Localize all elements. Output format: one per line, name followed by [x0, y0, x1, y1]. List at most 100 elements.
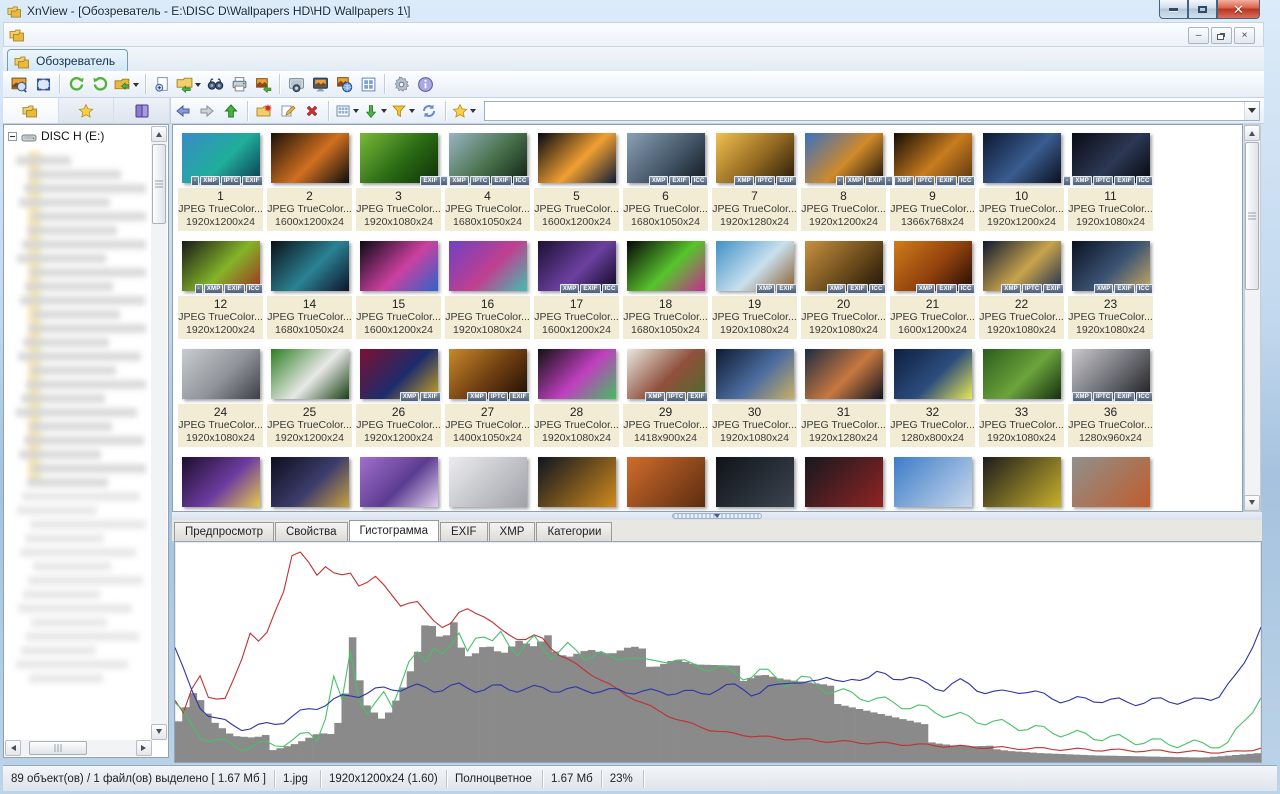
thumbnail-image[interactable]: XMPIPTCEXIF: [627, 349, 705, 399]
thumbnail-image[interactable]: XMPEXIFICC: [1072, 241, 1150, 291]
scroll-right-button[interactable]: [136, 740, 152, 756]
scrollbar-thumb[interactable]: [152, 144, 166, 224]
thumbnail-image[interactable]: XMPIPTCEXIFICC: [1072, 349, 1150, 399]
webpage-button[interactable]: [332, 72, 356, 96]
viewer-button[interactable]: [7, 72, 31, 96]
thumbnail-cell[interactable]: XMPEXIFICC21JPEG TrueColor...1600x1200x2…: [890, 241, 975, 339]
panel-splitter[interactable]: [172, 512, 1262, 520]
thumbnail-image[interactable]: XMPEXIFICC: [538, 241, 616, 291]
thumbnail-image[interactable]: -XMPIPTCEXIFICC: [894, 133, 972, 183]
scrollbar-thumb[interactable]: [1245, 142, 1259, 290]
title-bar[interactable]: XnView - [Обозреватель - E:\DISC D\Wallp…: [0, 0, 1280, 22]
minimize-button[interactable]: [1159, 0, 1188, 19]
compare-button[interactable]: [308, 72, 332, 96]
thumbnail-image[interactable]: [716, 457, 794, 507]
thumbnail-cell[interactable]: [445, 457, 530, 512]
thumbnail-image[interactable]: [271, 349, 349, 399]
thumbnail-cell[interactable]: 25JPEG TrueColor...1920x1200x24: [267, 349, 352, 447]
thumbnail-cell[interactable]: -XMPEXIF8JPEG TrueColor...1920x1200x24: [801, 133, 886, 231]
forward-button[interactable]: [195, 99, 219, 123]
copy-button[interactable]: [150, 72, 174, 96]
dropdown-arrow-icon[interactable]: [195, 83, 201, 90]
scroll-up-button[interactable]: [1244, 125, 1260, 141]
info-tab-4[interactable]: EXIF: [440, 522, 488, 541]
info-tab-1[interactable]: Предпросмотр: [174, 522, 274, 541]
thumbnail-cell[interactable]: -XMPIPTCEXIF1JPEG TrueColor...1920x1200x…: [178, 133, 263, 231]
thumbnail-image[interactable]: [538, 133, 616, 183]
thumbnail-cell[interactable]: XMPEXIFICC6JPEG TrueColor...1680x1050x24: [623, 133, 708, 231]
contact-sheet-button[interactable]: [356, 72, 380, 96]
thumbnail-image[interactable]: -XMPIPTCEXIF: [182, 133, 260, 183]
thumbnail-image[interactable]: XMPEXIFICC: [894, 241, 972, 291]
dropdown-arrow-icon[interactable]: [409, 109, 415, 116]
thumbnail-image[interactable]: [449, 241, 527, 291]
thumbnail-image[interactable]: [360, 241, 438, 291]
thumbnail-image[interactable]: [805, 349, 883, 399]
favorites-button[interactable]: [450, 99, 478, 123]
delete-button[interactable]: [300, 99, 324, 123]
thumbnail-image[interactable]: [182, 349, 260, 399]
thumbnail-image[interactable]: [271, 457, 349, 507]
thumbnail-image[interactable]: [894, 349, 972, 399]
thumbnail-cell[interactable]: [1068, 457, 1153, 512]
fullscreen-button[interactable]: [31, 72, 55, 96]
thumbnail-cell[interactable]: -XMPIPTCEXIFICC4JPEG TrueColor...1680x10…: [445, 133, 530, 231]
info-tab-5[interactable]: XMP: [489, 522, 536, 541]
thumbnail-image[interactable]: [1072, 457, 1150, 507]
thumbnail-image[interactable]: XMPIPTCEXIF: [449, 349, 527, 399]
thumbnail-cell[interactable]: 14JPEG TrueColor...1680x1050x24: [267, 241, 352, 339]
sort-button[interactable]: [361, 99, 389, 123]
scroll-up-button[interactable]: [151, 126, 167, 142]
thumbnail-image[interactable]: -XMPIPTCEXIFICC: [1072, 133, 1150, 183]
thumbnail-image[interactable]: XMPIPTCEXIF: [716, 133, 794, 183]
convert-button[interactable]: [112, 72, 141, 96]
dropdown-arrow-icon[interactable]: [353, 109, 359, 116]
thumbnail-cell[interactable]: XMPIPTCEXIF27JPEG TrueColor...1400x1050x…: [445, 349, 530, 447]
thumbnail-image[interactable]: [627, 457, 705, 507]
back-button[interactable]: [171, 99, 195, 123]
thumbnail-cell[interactable]: [712, 457, 797, 512]
thumbnail-cell[interactable]: XMPIPTCEXIF29JPEG TrueColor...1418x900x2…: [623, 349, 708, 447]
thumbnail-cell[interactable]: EXIF3JPEG TrueColor...1920x1080x24: [356, 133, 441, 231]
search-button[interactable]: [203, 72, 227, 96]
tree-root-item[interactable]: DISC H (E:): [8, 129, 104, 143]
thumbnail-image[interactable]: [360, 457, 438, 507]
scrollbar-thumb[interactable]: [29, 741, 87, 755]
scroll-left-button[interactable]: [5, 740, 21, 756]
thumbnail-cell[interactable]: 2JPEG TrueColor...1600x1200x24: [267, 133, 352, 231]
thumbnail-cell[interactable]: [534, 457, 619, 512]
thumbnail-cell[interactable]: 28JPEG TrueColor...1920x1080x24: [534, 349, 619, 447]
thumbnail-cell[interactable]: [890, 457, 975, 512]
thumbnail-cell[interactable]: XMPEXIFICC23JPEG TrueColor...1920x1080x2…: [1068, 241, 1153, 339]
thumbnail-cell[interactable]: XMPIPTCEXIF22JPEG TrueColor...1920x1080x…: [979, 241, 1064, 339]
scroll-down-button[interactable]: [1244, 495, 1260, 511]
panel-tab-favorites-star[interactable]: [59, 98, 115, 123]
thumbnail-cell[interactable]: XMPEXIF26JPEG TrueColor...1920x1200x24: [356, 349, 441, 447]
thumbnail-cell[interactable]: XMPEXIFICC20JPEG TrueColor...1920x1080x2…: [801, 241, 886, 339]
thumbnail-image[interactable]: [538, 457, 616, 507]
thumbnail-cell[interactable]: [979, 457, 1064, 512]
thumbnail-image[interactable]: XMPEXIFICC: [627, 133, 705, 183]
address-input[interactable]: [485, 103, 1244, 119]
thumbnail-cell[interactable]: 39JPEG TrueColor...1280x1024x24: [356, 457, 441, 512]
new-folder-button[interactable]: [252, 99, 276, 123]
thumbnail-cell[interactable]: -XMPIPTCEXIFICC9JPEG TrueColor...1366x76…: [890, 133, 975, 231]
thumbnail-cell[interactable]: XMPEXIF19JPEG TrueColor...1920x1080x24: [712, 241, 797, 339]
tree-vertical-scrollbar[interactable]: [151, 126, 167, 740]
thumbnail-cell[interactable]: 16JPEG TrueColor...1920x1080x24: [445, 241, 530, 339]
rotate-ccw-button[interactable]: [64, 72, 88, 96]
thumbnail-image[interactable]: [182, 457, 260, 507]
view-mode-button[interactable]: [333, 99, 361, 123]
thumbnail-image[interactable]: EXIF: [360, 133, 438, 183]
up-button[interactable]: [219, 99, 243, 123]
thumbnail-cell[interactable]: -XMPIPTCEXIFICC11JPEG TrueColor...1920x1…: [1068, 133, 1153, 231]
thumbnail-image[interactable]: [894, 457, 972, 507]
thumbnail-image[interactable]: [805, 457, 883, 507]
tree-items-blurred[interactable]: [6, 151, 146, 711]
thumbnail-image[interactable]: [716, 349, 794, 399]
thumbnail-cell[interactable]: XMPIPTCEXIFICC36JPEG TrueColor...1280x96…: [1068, 349, 1153, 447]
thumbnail-cell[interactable]: 33JPEG TrueColor...1920x1080x24: [979, 349, 1064, 447]
info-tab-2[interactable]: Свойства: [275, 522, 348, 541]
thumbnail-cell[interactable]: [623, 457, 708, 512]
thumbnail-image[interactable]: XMPEXIFICC: [805, 241, 883, 291]
